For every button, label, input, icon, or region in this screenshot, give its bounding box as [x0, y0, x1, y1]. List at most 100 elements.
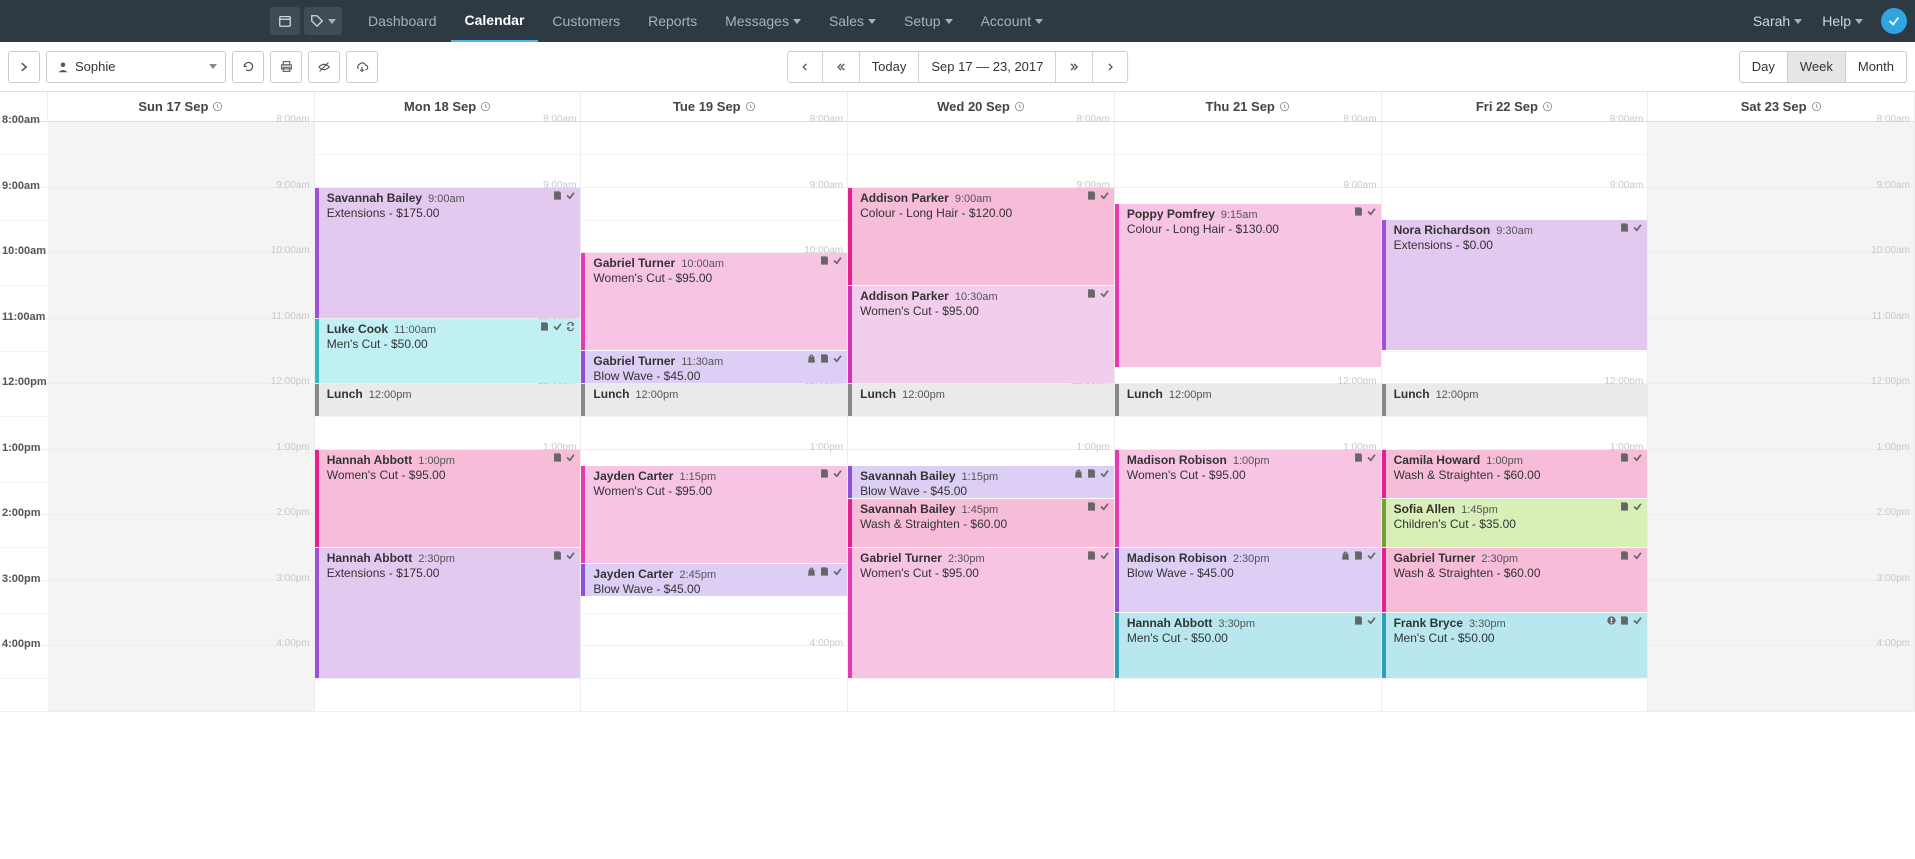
calendar-event[interactable]: Sofia Allen1:45pmChildren's Cut - $35.00 [1382, 499, 1648, 547]
day-header[interactable]: Wed 20 Sep [848, 92, 1115, 121]
event-service: Blow Wave - $45.00 [593, 369, 842, 383]
calendar-event[interactable]: Gabriel Turner2:30pmWash & Straighten - … [1382, 548, 1648, 613]
event-time: 9:00am [428, 193, 465, 205]
day-column[interactable]: 8:00am9:00am10:00am11:00am12:00pm1:00pm2… [848, 122, 1115, 712]
event-icons [819, 255, 843, 266]
view-segment: DayWeekMonth [1739, 51, 1907, 83]
event-icons [1619, 452, 1643, 463]
refresh-button[interactable] [232, 51, 264, 83]
day-header[interactable]: Sun 17 Sep [48, 92, 315, 121]
event-icons [539, 321, 576, 332]
calendar-event[interactable]: Hannah Abbott1:00pmWomen's Cut - $95.00 [315, 450, 581, 547]
calendar-event[interactable]: Nora Richardson9:30amExtensions - $0.00 [1382, 220, 1648, 350]
calendar-event[interactable]: Lunch12:00pm [315, 384, 581, 416]
ghost-time: 12:00pm [271, 376, 310, 387]
calendar-event[interactable]: Poppy Pomfrey9:15amColour - Long Hair - … [1115, 204, 1381, 367]
day-column[interactable]: 8:00am9:00am10:00am11:00am12:00pm1:00pm2… [1115, 122, 1382, 712]
day-column[interactable]: 8:00am9:00am10:00am11:00am12:00pm1:00pm2… [581, 122, 848, 712]
help-menu[interactable]: Help [1812, 13, 1873, 29]
day-column[interactable]: 8:00am9:00am10:00am11:00am12:00pm1:00pm2… [1648, 122, 1915, 712]
calendar-event[interactable]: Jayden Carter1:15pmWomen's Cut - $95.00 [581, 466, 847, 563]
view-month-button[interactable]: Month [1846, 52, 1906, 82]
calendar-event[interactable]: Lunch12:00pm [1382, 384, 1648, 416]
nav-sales[interactable]: Sales [815, 0, 890, 42]
day-header[interactable]: Thu 21 Sep [1115, 92, 1382, 121]
event-service: Men's Cut - $50.00 [1127, 631, 1376, 645]
calendar-event[interactable]: Jayden Carter2:45pmBlow Wave - $45.00 [581, 564, 847, 596]
calendar-event[interactable]: Savannah Bailey1:45pmWash & Straighten -… [848, 499, 1114, 547]
event-icons [1353, 452, 1377, 463]
event-customer: Hannah Abbott [327, 453, 413, 467]
nav-dashboard[interactable]: Dashboard [354, 0, 451, 42]
event-customer: Gabriel Turner [593, 354, 675, 368]
calendar-event[interactable]: Frank Bryce3:30pmMen's Cut - $50.00 [1382, 613, 1648, 678]
calendar-event[interactable]: Lunch12:00pm [848, 384, 1114, 416]
calendar-event[interactable]: Madison Robison2:30pmBlow Wave - $45.00 [1115, 548, 1381, 613]
ghost-time: 10:00am [271, 245, 310, 256]
event-time: 12:00pm [1169, 389, 1212, 401]
calendar-grid[interactable]: 8:00am9:00am10:00am11:00am12:00pm1:00pm2… [0, 122, 1915, 712]
day-header[interactable]: Tue 19 Sep [581, 92, 848, 121]
nav-customers[interactable]: Customers [538, 0, 634, 42]
view-day-button[interactable]: Day [1740, 52, 1788, 82]
ghost-time: 8:00am [1877, 114, 1910, 125]
day-header[interactable]: Mon 18 Sep [315, 92, 582, 121]
today-button[interactable]: Today [860, 52, 920, 82]
user-menu[interactable]: Sarah [1743, 13, 1812, 29]
print-button[interactable] [270, 51, 302, 83]
event-customer: Camila Howard [1394, 453, 1481, 467]
clock-icon [1014, 101, 1025, 112]
day-column[interactable]: 8:00am9:00am10:00am11:00am12:00pm1:00pm2… [48, 122, 315, 712]
calendar-event[interactable]: Addison Parker10:30amWomen's Cut - $95.0… [848, 286, 1114, 383]
event-service: Women's Cut - $95.00 [593, 484, 842, 498]
event-time: 11:00am [394, 324, 436, 336]
day-header[interactable]: Sat 23 Sep [1648, 92, 1915, 121]
event-service: Blow Wave - $45.00 [860, 484, 1109, 498]
calendar-event[interactable]: Hannah Abbott3:30pmMen's Cut - $50.00 [1115, 613, 1381, 678]
date-range-display[interactable]: Sep 17 — 23, 2017 [919, 52, 1056, 82]
calendar-event[interactable]: Savannah Bailey9:00amExtensions - $175.0… [315, 188, 581, 318]
prev-period-button[interactable] [823, 52, 860, 82]
day-column[interactable]: 8:00am9:00am10:00am11:00am12:00pm1:00pm2… [315, 122, 582, 712]
calendar-event[interactable]: Camila Howard1:00pmWash & Straighten - $… [1382, 450, 1648, 498]
calendar-event[interactable]: Luke Cook11:00amMen's Cut - $50.00 [315, 319, 581, 384]
staff-select[interactable]: Sophie [46, 51, 226, 83]
hide-show-button[interactable] [308, 51, 340, 83]
calendar-event[interactable]: Addison Parker9:00amColour - Long Hair -… [848, 188, 1114, 285]
event-customer: Gabriel Turner [1394, 551, 1476, 565]
next-period-button[interactable] [1056, 52, 1093, 82]
event-service: Blow Wave - $45.00 [1127, 566, 1376, 580]
calendar-event[interactable]: Lunch12:00pm [1115, 384, 1381, 416]
event-time: 1:15pm [679, 471, 716, 483]
clock-icon [1811, 101, 1822, 112]
tag-dropdown-button[interactable] [304, 7, 342, 35]
calendar-event[interactable]: Gabriel Turner2:30pmWomen's Cut - $95.00 [848, 548, 1114, 678]
nav-right: Sarah Help [1743, 8, 1915, 34]
nav-setup[interactable]: Setup [890, 0, 967, 42]
notification-badge[interactable] [1881, 8, 1907, 34]
nav-reports[interactable]: Reports [634, 0, 711, 42]
calendar-icon-button[interactable] [270, 7, 300, 35]
time-label: 11:00am [2, 311, 45, 323]
calendar-event[interactable]: Hannah Abbott2:30pmExtensions - $175.00 [315, 548, 581, 678]
prev-week-button[interactable] [788, 52, 823, 82]
view-week-button[interactable]: Week [1788, 52, 1846, 82]
calendar-event[interactable]: Lunch12:00pm [581, 384, 847, 416]
export-button[interactable] [346, 51, 378, 83]
ghost-time: 9:00am [276, 180, 309, 191]
day-column[interactable]: 8:00am9:00am10:00am11:00am12:00pm1:00pm2… [1382, 122, 1649, 712]
nav-messages[interactable]: Messages [711, 0, 815, 42]
time-label: 9:00am [2, 180, 40, 192]
event-time: 2:30pm [1233, 553, 1270, 565]
calendar-event[interactable]: Savannah Bailey1:15pmBlow Wave - $45.00 [848, 466, 1114, 498]
event-time: 12:00pm [369, 389, 412, 401]
day-header[interactable]: Fri 22 Sep [1382, 92, 1649, 121]
expand-sidebar-button[interactable] [8, 51, 40, 83]
nav-calendar[interactable]: Calendar [451, 0, 539, 42]
next-week-button[interactable] [1093, 52, 1127, 82]
calendar-event[interactable]: Madison Robison1:00pmWomen's Cut - $95.0… [1115, 450, 1381, 547]
calendar-event[interactable]: Gabriel Turner11:30amBlow Wave - $45.00 [581, 351, 847, 383]
ghost-time: 8:00am [543, 114, 576, 125]
nav-account[interactable]: Account [967, 0, 1058, 42]
calendar-event[interactable]: Gabriel Turner10:00amWomen's Cut - $95.0… [581, 253, 847, 350]
